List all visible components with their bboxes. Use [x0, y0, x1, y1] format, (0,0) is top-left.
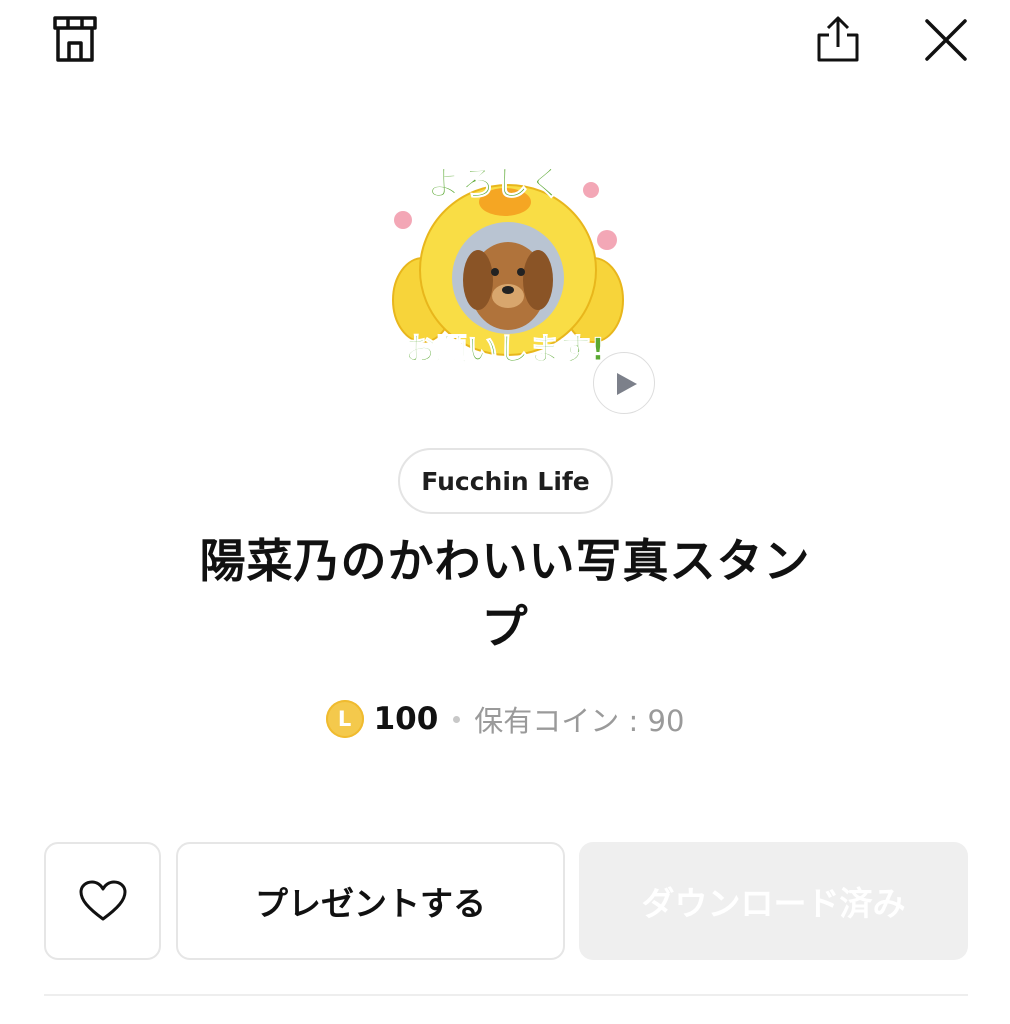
- top-bar: [0, 0, 1010, 90]
- sticker-preview[interactable]: よろしく お願いします!: [383, 150, 633, 385]
- shop-icon[interactable]: [52, 15, 98, 63]
- divider: [44, 994, 968, 996]
- price-value: 100: [373, 701, 439, 737]
- title-line-1: 陽菜乃のかわいい写真スタン: [199, 534, 811, 588]
- sticker-text-top: よろしく: [427, 164, 563, 204]
- sticker-title: 陽菜乃のかわいい写真スタン プ: [100, 528, 910, 660]
- gift-button[interactable]: プレゼントする: [176, 842, 565, 960]
- share-icon[interactable]: [815, 15, 861, 63]
- like-button[interactable]: [44, 842, 161, 960]
- download-button: ダウンロード済み: [579, 842, 968, 960]
- sticker-text-bottom: お願いします!: [405, 332, 605, 368]
- separator-dot: [453, 715, 461, 723]
- owned-coins: 保有コイン : 90: [474, 704, 685, 738]
- author-link[interactable]: Fucchin Life: [398, 448, 613, 514]
- title-line-2: プ: [481, 600, 529, 654]
- heart-icon: [79, 880, 126, 921]
- close-icon[interactable]: [922, 16, 970, 64]
- action-buttons: プレゼントする ダウンロード済み: [0, 842, 1010, 960]
- play-button[interactable]: [593, 352, 655, 414]
- price-row: L 100 保有コイン : 90: [0, 694, 1010, 744]
- coin-icon: L: [325, 700, 364, 738]
- play-icon: [617, 373, 637, 395]
